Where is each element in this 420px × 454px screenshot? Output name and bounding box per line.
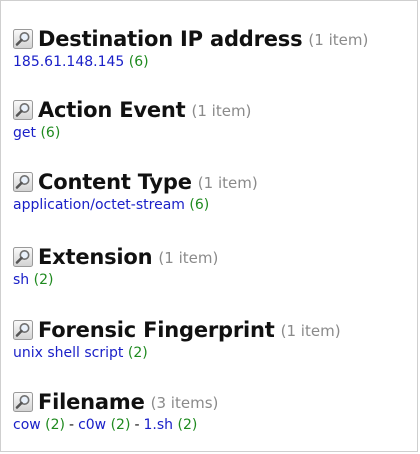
facet-header: Action Event (1 item): [13, 97, 251, 123]
facet-filename: Filename (3 items) cow (2) - c0w (2) -1.sh …: [13, 389, 218, 434]
facet-header: Destination IP address (1 item): [13, 26, 368, 52]
facet-destination-ip: Destination IP address (1 item) 185.61.1…: [13, 26, 368, 71]
facet-item-count: (1 item): [197, 174, 258, 192]
magnifier-icon[interactable]: [13, 247, 33, 267]
facet-title: Destination IP address: [38, 27, 303, 51]
facet-title: Content Type: [38, 170, 192, 194]
facet-item-count: (1 item): [158, 249, 219, 267]
facet-value-count: (6): [189, 197, 210, 213]
facet-values: sh (2): [13, 271, 218, 289]
facet-forensic-fingerprint: Forensic Fingerprint (1 item) unix shell…: [13, 317, 341, 362]
facet-extension: Extension (1 item) sh (2): [13, 244, 218, 289]
facet-values: cow (2) - c0w (2) -1.sh (2): [13, 416, 218, 434]
value-separator: -: [134, 417, 140, 433]
facet-title: Filename: [38, 390, 145, 414]
facet-header: Filename (3 items): [13, 389, 218, 415]
facet-value-link[interactable]: unix shell script: [13, 345, 123, 361]
magnifier-icon[interactable]: [13, 29, 33, 49]
facet-value-link[interactable]: 1.sh: [144, 417, 174, 433]
magnifier-icon[interactable]: [13, 172, 33, 192]
facet-value-count: (2): [127, 345, 148, 361]
facet-values: get (6): [13, 124, 251, 142]
facet-item-count: (1 item): [280, 322, 341, 340]
facet-action-event: Action Event (1 item) get (6): [13, 97, 251, 142]
facet-item-count: (3 items): [150, 394, 219, 412]
facet-value-count: (2): [110, 417, 131, 433]
facet-value-link[interactable]: sh: [13, 272, 29, 288]
facet-values: 185.61.148.145 (6): [13, 53, 368, 71]
magnifier-icon[interactable]: [13, 100, 33, 120]
facet-value-link[interactable]: cow: [13, 417, 41, 433]
facet-value-count: (2): [33, 272, 54, 288]
facet-header: Extension (1 item): [13, 244, 218, 270]
facet-content-type: Content Type (1 item) application/octet-…: [13, 169, 258, 214]
facet-title: Action Event: [38, 98, 186, 122]
facet-value-count: (2): [177, 417, 198, 433]
facet-value-link[interactable]: get: [13, 125, 36, 141]
magnifier-icon[interactable]: [13, 392, 33, 412]
facet-header: Content Type (1 item): [13, 169, 258, 195]
facet-value-link[interactable]: 185.61.148.145: [13, 54, 124, 70]
facet-value-count: (6): [128, 54, 149, 70]
facet-values: application/octet-stream (6): [13, 196, 258, 214]
facet-value-link[interactable]: c0w: [78, 417, 106, 433]
facet-value-count: (2): [45, 417, 66, 433]
facet-panel: Destination IP address (1 item) 185.61.1…: [0, 0, 418, 452]
magnifier-icon[interactable]: [13, 320, 33, 340]
facet-title: Extension: [38, 245, 153, 269]
facet-value-count: (6): [40, 125, 61, 141]
facet-item-count: (1 item): [191, 102, 252, 120]
facet-title: Forensic Fingerprint: [38, 318, 275, 342]
value-separator: -: [69, 417, 75, 433]
facet-item-count: (1 item): [308, 31, 369, 49]
facet-values: unix shell script (2): [13, 344, 341, 362]
facet-value-link[interactable]: application/octet-stream: [13, 197, 185, 213]
facet-header: Forensic Fingerprint (1 item): [13, 317, 341, 343]
